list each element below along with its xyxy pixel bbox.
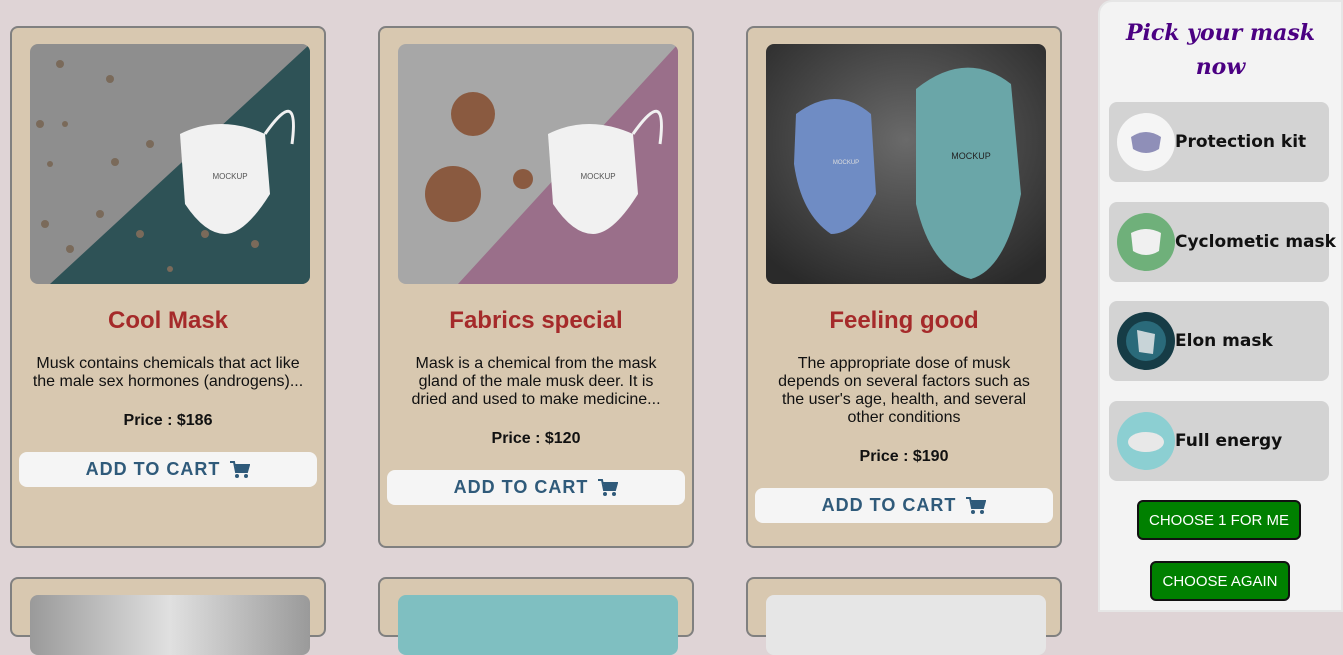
- option-label: Full energy: [1175, 431, 1283, 451]
- product-title: Cool Mask: [107, 307, 229, 334]
- product-image-partial[interactable]: [398, 595, 678, 655]
- option-protection-kit[interactable]: Protection kit: [1109, 102, 1329, 182]
- add-to-cart-label: ADD TO CART: [821, 495, 957, 515]
- product-card-fabrics-special: MOCKUP Fabrics special Mask is a chemica…: [378, 26, 694, 548]
- panel-heading: Pick your mask now: [1125, 20, 1316, 80]
- product-image-cool-mask[interactable]: MOCKUP: [30, 44, 310, 284]
- product-image-partial[interactable]: [30, 595, 310, 655]
- svg-text:MOCKUP: MOCKUP: [833, 160, 859, 166]
- shopping-cart-icon: [598, 478, 619, 496]
- svg-text:MOCKUP: MOCKUP: [212, 172, 247, 181]
- product-card-partial: [10, 577, 326, 655]
- product-price: Price : $186: [123, 412, 213, 429]
- cyclometic-mask-thumbnail: [1117, 213, 1175, 271]
- product-card-feeling-good: MOCKUP MOCKUP Feeling good The appropria…: [746, 26, 1062, 548]
- add-to-cart-button[interactable]: ADD TO CART: [387, 470, 685, 505]
- mask-picker-panel: Pick your mask now Protection kit Cyclom…: [1098, 0, 1343, 612]
- product-description: Mask is a chemical from the mask gland o…: [411, 355, 661, 408]
- option-label: Protection kit: [1175, 132, 1307, 152]
- product-description: Musk contains chemicals that act like th…: [32, 355, 304, 390]
- choose-one-button[interactable]: CHOOSE 1 FOR ME: [1137, 500, 1301, 540]
- option-full-energy[interactable]: Full energy: [1109, 401, 1329, 481]
- elon-mask-thumbnail: [1117, 312, 1175, 370]
- product-price: Price : $190: [859, 448, 949, 465]
- svg-text:MOCKUP: MOCKUP: [580, 172, 615, 181]
- shopping-cart-icon: [230, 460, 251, 478]
- product-card-cool-mask: MOCKUP Cool Mask Musk contains chemicals…: [10, 26, 326, 548]
- product-image-partial[interactable]: [766, 595, 1046, 655]
- add-to-cart-button[interactable]: ADD TO CART: [755, 488, 1053, 523]
- option-label: Elon mask: [1175, 331, 1273, 351]
- add-to-cart-button[interactable]: ADD TO CART: [19, 452, 317, 487]
- product-card-partial: [378, 577, 694, 655]
- product-image-fabrics-special[interactable]: MOCKUP: [398, 44, 678, 284]
- protection-kit-thumbnail: [1117, 113, 1175, 171]
- product-image-feeling-good[interactable]: MOCKUP MOCKUP: [766, 44, 1046, 284]
- add-to-cart-label: ADD TO CART: [85, 459, 221, 479]
- option-label: Cyclometic mask: [1175, 232, 1336, 252]
- add-to-cart-label: ADD TO CART: [453, 477, 589, 497]
- product-price: Price : $120: [491, 430, 581, 447]
- product-title: Fabrics special: [449, 307, 623, 334]
- product-title: Feeling good: [829, 307, 979, 334]
- choose-again-button[interactable]: CHOOSE AGAIN: [1150, 561, 1290, 601]
- product-description: The appropriate dose of musk depends on …: [778, 355, 1030, 426]
- shopping-cart-icon: [966, 496, 987, 514]
- svg-text:MOCKUP: MOCKUP: [951, 151, 991, 161]
- option-elon-mask[interactable]: Elon mask: [1109, 301, 1329, 381]
- full-energy-thumbnail: [1117, 412, 1175, 470]
- option-cyclometic-mask[interactable]: Cyclometic mask: [1109, 202, 1336, 282]
- product-card-partial: [746, 577, 1062, 655]
